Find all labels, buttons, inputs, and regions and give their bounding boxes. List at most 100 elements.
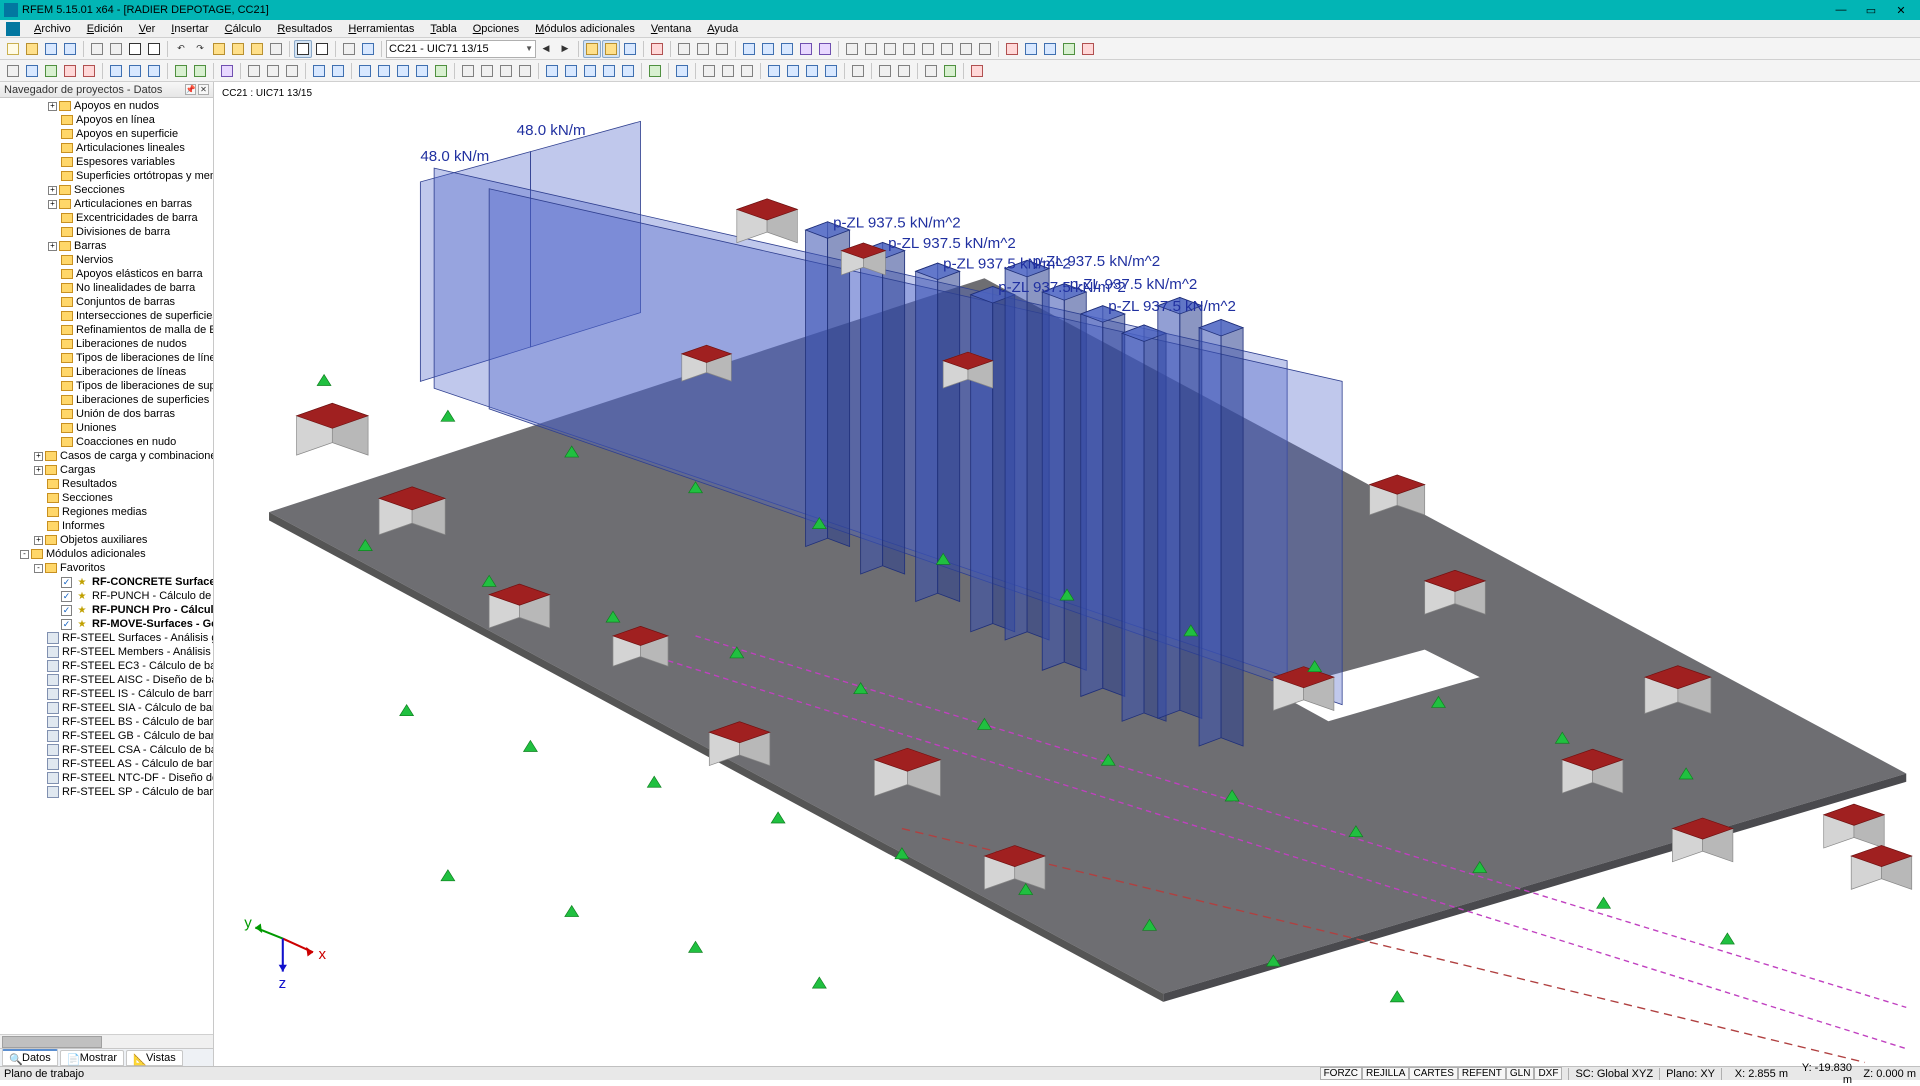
tree-node[interactable]: No linealidades de barra (0, 281, 213, 295)
view-mode-b-button[interactable] (313, 40, 331, 58)
tree-node[interactable]: RF-STEEL AS - Cálculo de barras de acero (0, 757, 213, 771)
support-b-button[interactable] (264, 62, 282, 80)
tree-node[interactable]: -Favoritos (0, 561, 213, 575)
tree-node[interactable]: Informes (0, 519, 213, 533)
tree-node[interactable]: Divisiones de barra (0, 225, 213, 239)
status-toggle-refent[interactable]: REFENT (1458, 1067, 1506, 1080)
tree-node[interactable]: Conjuntos de barras (0, 295, 213, 309)
snap-f-button[interactable] (938, 40, 956, 58)
tree-node[interactable]: ✓★RF-CONCRETE Surfaces - Cálculo de supe… (0, 575, 213, 589)
open-button[interactable] (23, 40, 41, 58)
save-button[interactable] (42, 40, 60, 58)
tree-node[interactable]: ✓★RF-PUNCH Pro - Cálculo de punzonamient… (0, 603, 213, 617)
navigator-button[interactable] (359, 40, 377, 58)
misc-l-button[interactable] (941, 62, 959, 80)
status-toggle-forzc[interactable]: FORZC (1320, 1067, 1362, 1080)
tree-node[interactable]: Tipos de liberaciones de líneas (0, 351, 213, 365)
menu-ver[interactable]: Ver (131, 22, 164, 36)
saveas-button[interactable] (61, 40, 79, 58)
node-button[interactable] (107, 62, 125, 80)
tree-node[interactable]: Apoyos en línea (0, 113, 213, 127)
tree-node[interactable]: +Barras (0, 239, 213, 253)
tree-node[interactable]: Espesores variables (0, 155, 213, 169)
render-d-button[interactable] (797, 40, 815, 58)
view-mode-a-button[interactable] (294, 40, 312, 58)
tree-node[interactable]: RF-STEEL IS - Cálculo de barras de acero (0, 687, 213, 701)
menu-tabla[interactable]: Tabla (422, 22, 464, 36)
display-c-button[interactable] (713, 40, 731, 58)
tree-node[interactable]: RF-STEEL EC3 - Cálculo de barras de acer… (0, 659, 213, 673)
zoom-window-button[interactable] (210, 40, 228, 58)
help-c-button[interactable] (1041, 40, 1059, 58)
misc-j-button[interactable] (895, 62, 913, 80)
sel-a-button[interactable] (4, 62, 22, 80)
tree-node[interactable]: Coacciones en nudo (0, 435, 213, 449)
navigator-close-button[interactable]: ✕ (198, 84, 209, 95)
misc-f-button[interactable] (803, 62, 821, 80)
calc-button[interactable] (648, 40, 666, 58)
view-persp-button[interactable] (619, 62, 637, 80)
maximize-button[interactable]: ▭ (1856, 1, 1886, 19)
snap-d-button[interactable] (900, 40, 918, 58)
menu-opciones[interactable]: Opciones (465, 22, 527, 36)
tree-node[interactable]: Refinamientos de malla de EF (0, 323, 213, 337)
pan-button[interactable] (267, 40, 285, 58)
member-button[interactable] (145, 62, 163, 80)
next-loadcase-button[interactable]: ▶ (556, 40, 574, 58)
tree-node[interactable]: +Objetos auxiliares (0, 533, 213, 547)
snap-b-button[interactable] (862, 40, 880, 58)
misc-a-button[interactable] (700, 62, 718, 80)
menu-herramientas[interactable]: Herramientas (340, 22, 422, 36)
misc-d-button[interactable] (765, 62, 783, 80)
view-iso-button[interactable] (600, 62, 618, 80)
status-toggle-rejilla[interactable]: REJILLA (1362, 1067, 1409, 1080)
tree-node[interactable]: ✓★RF-PUNCH - Cálculo de punzonamiento (0, 589, 213, 603)
zoom-extents-button[interactable] (229, 40, 247, 58)
sel-d-button[interactable] (61, 62, 79, 80)
menu-archivo[interactable]: Archivo (26, 22, 79, 36)
close-button[interactable]: ✕ (1886, 1, 1916, 19)
print-button[interactable] (126, 40, 144, 58)
tree-node[interactable]: Uniones (0, 421, 213, 435)
navigator-tree[interactable]: +Apoyos en nudosApoyos en líneaApoyos en… (0, 98, 213, 1034)
tree-node[interactable]: Nervios (0, 253, 213, 267)
color-button[interactable] (968, 62, 986, 80)
new-file-button[interactable] (4, 40, 22, 58)
help-d-button[interactable] (1060, 40, 1078, 58)
snap-c-button[interactable] (881, 40, 899, 58)
dim-a-button[interactable] (459, 62, 477, 80)
prev-loadcase-button[interactable]: ◀ (537, 40, 555, 58)
tree-node[interactable]: Unión de dos barras (0, 407, 213, 421)
copy-button[interactable] (88, 40, 106, 58)
loadcase-combo[interactable]: CC21 - UIC71 13/15 ▼ (386, 40, 536, 58)
tree-node[interactable]: RF-STEEL Surfaces - Análisis general de … (0, 631, 213, 645)
tree-node[interactable]: RF-STEEL BS - Cálculo de barras de acero (0, 715, 213, 729)
support-a-button[interactable] (245, 62, 263, 80)
snap-e-button[interactable] (919, 40, 937, 58)
render-c-button[interactable] (778, 40, 796, 58)
tree-node[interactable]: RF-STEEL AISC - Diseño de barras de acer… (0, 673, 213, 687)
hinge-a-button[interactable] (310, 62, 328, 80)
zoom-previous-button[interactable] (248, 40, 266, 58)
tree-node[interactable]: RF-STEEL SP - Cálculo de barras de acero (0, 785, 213, 799)
display-a-button[interactable] (675, 40, 693, 58)
tree-node[interactable]: Liberaciones de superficies (0, 393, 213, 407)
help-e-button[interactable] (1079, 40, 1097, 58)
system-menu-icon[interactable] (6, 22, 20, 36)
tree-node[interactable]: Secciones (0, 491, 213, 505)
tree-node[interactable]: Intersecciones de superficies (0, 309, 213, 323)
menu-resultados[interactable]: Resultados (269, 22, 340, 36)
render-a-button[interactable] (740, 40, 758, 58)
help-a-button[interactable] (1003, 40, 1021, 58)
tree-node[interactable]: +Apoyos en nudos (0, 99, 213, 113)
solid-button[interactable] (218, 62, 236, 80)
undo-button[interactable]: ↶ (172, 40, 190, 58)
tree-node[interactable]: Excentricidades de barra (0, 211, 213, 225)
sel-c-button[interactable] (42, 62, 60, 80)
navigator-pin-button[interactable]: 📌 (185, 84, 196, 95)
support-c-button[interactable] (283, 62, 301, 80)
view-xz-button[interactable] (562, 62, 580, 80)
surface-button[interactable] (172, 62, 190, 80)
render-b-button[interactable] (759, 40, 777, 58)
snap-a-button[interactable] (843, 40, 861, 58)
